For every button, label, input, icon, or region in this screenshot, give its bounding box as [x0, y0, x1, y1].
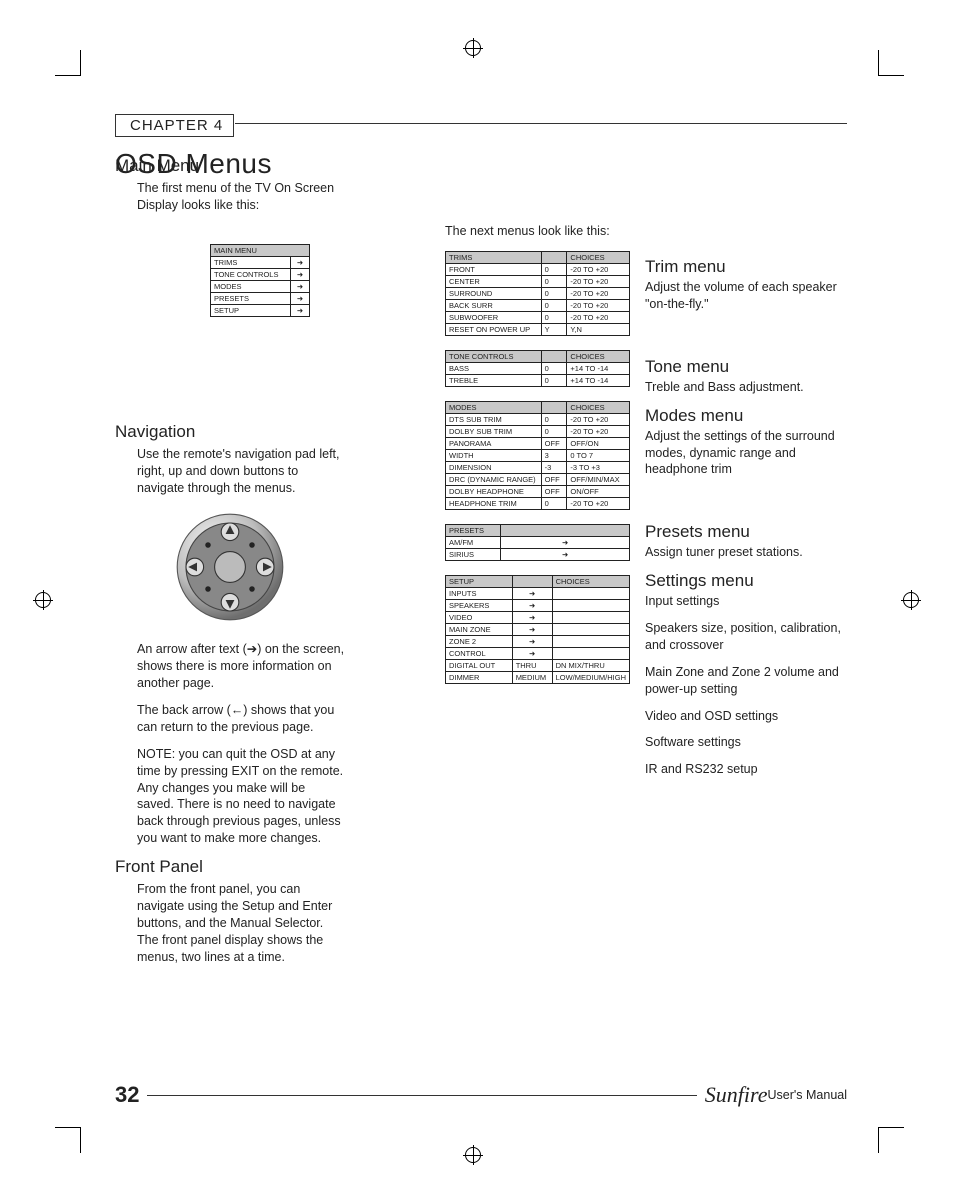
- middle-column: TRIMSCHOICESFRONT0-20 TO +20CENTER0-20 T…: [445, 231, 630, 698]
- registration-mark-icon: [465, 40, 481, 56]
- tone-table: TONE CONTROLSCHOICESBASS0+14 TO -14TREBL…: [445, 350, 630, 387]
- main-menu-table: MAIN MENUTRIMS➜TONE CONTROLS➜MODES➜PRESE…: [210, 244, 310, 317]
- nav-note-forward-arrow: An arrow after text (➔) on the screen, s…: [137, 641, 345, 692]
- settings-menu-item: Software settings: [645, 734, 845, 751]
- settings-menu-item: IR and RS232 setup: [645, 761, 845, 778]
- registration-mark-icon: [35, 592, 51, 608]
- tone-menu-heading: Tone menu: [645, 357, 845, 377]
- front-panel-heading: Front Panel: [115, 857, 345, 877]
- crop-mark: [55, 1127, 81, 1153]
- registration-mark-icon: [903, 592, 919, 608]
- main-menu-text: The first menu of the TV On Screen Displ…: [137, 180, 345, 214]
- page-number: 32: [115, 1082, 139, 1108]
- chapter-row: CHAPTER 4: [115, 114, 847, 134]
- modes-table: MODESCHOICESDTS SUB TRIM0-20 TO +20DOLBY…: [445, 401, 630, 510]
- modes-menu-heading: Modes menu: [645, 406, 845, 426]
- manual-label: User's Manual: [768, 1088, 848, 1102]
- settings-menu-item: Main Zone and Zone 2 volume and power-up…: [645, 664, 845, 698]
- page-footer: 32 Sunfire User's Manual: [115, 1082, 847, 1108]
- registration-mark-icon: [465, 1147, 481, 1163]
- chapter-label: CHAPTER 4: [115, 114, 234, 137]
- main-menu-heading: Main Menu: [115, 156, 345, 176]
- crop-mark: [878, 1127, 904, 1153]
- nav-note-exit: NOTE: you can quit the OSD at any time b…: [137, 746, 345, 847]
- navigation-pad-icon: [175, 512, 285, 622]
- modes-menu-text: Adjust the settings of the surround mode…: [645, 428, 845, 479]
- brand-logo: Sunfire: [705, 1082, 768, 1108]
- crop-mark: [878, 50, 904, 76]
- setup-table: SETUPCHOICESINPUTS➜SPEAKERS➜VIDEO➜MAIN Z…: [445, 575, 630, 684]
- divider: [235, 123, 847, 124]
- trims-table: TRIMSCHOICESFRONT0-20 TO +20CENTER0-20 T…: [445, 251, 630, 336]
- trim-menu-text: Adjust the volume of each speaker "on-th…: [645, 279, 845, 313]
- navigation-text: Use the remote's navigation pad left, ri…: [137, 446, 345, 497]
- right-column: Trim menu Adjust the volume of each spea…: [645, 249, 845, 788]
- settings-menu-item: Input settings: [645, 593, 845, 610]
- tone-menu-text: Treble and Bass adjustment.: [645, 379, 845, 396]
- presets-table: PRESETSAM/FM➜SIRIUS➜: [445, 524, 630, 561]
- front-panel-text: From the front panel, you can navigate u…: [137, 881, 345, 965]
- settings-menu-heading: Settings menu: [645, 571, 845, 591]
- content-area: CHAPTER 4 OSD Menus Main Menu The first …: [115, 114, 847, 1098]
- nav-note-back-arrow: The back arrow (←) shows that you can re…: [137, 702, 345, 736]
- navigation-heading: Navigation: [115, 422, 345, 442]
- settings-menu-item: Speakers size, position, calibration, an…: [645, 620, 845, 654]
- trim-menu-heading: Trim menu: [645, 257, 845, 277]
- divider: [147, 1095, 696, 1096]
- presets-menu-text: Assign tuner preset stations.: [645, 544, 845, 561]
- settings-menu-list: Input settings Speakers size, position, c…: [645, 593, 845, 778]
- presets-menu-heading: Presets menu: [645, 522, 845, 542]
- page: CHAPTER 4 OSD Menus Main Menu The first …: [0, 0, 954, 1193]
- settings-menu-item: Video and OSD settings: [645, 708, 845, 725]
- crop-mark: [55, 50, 81, 76]
